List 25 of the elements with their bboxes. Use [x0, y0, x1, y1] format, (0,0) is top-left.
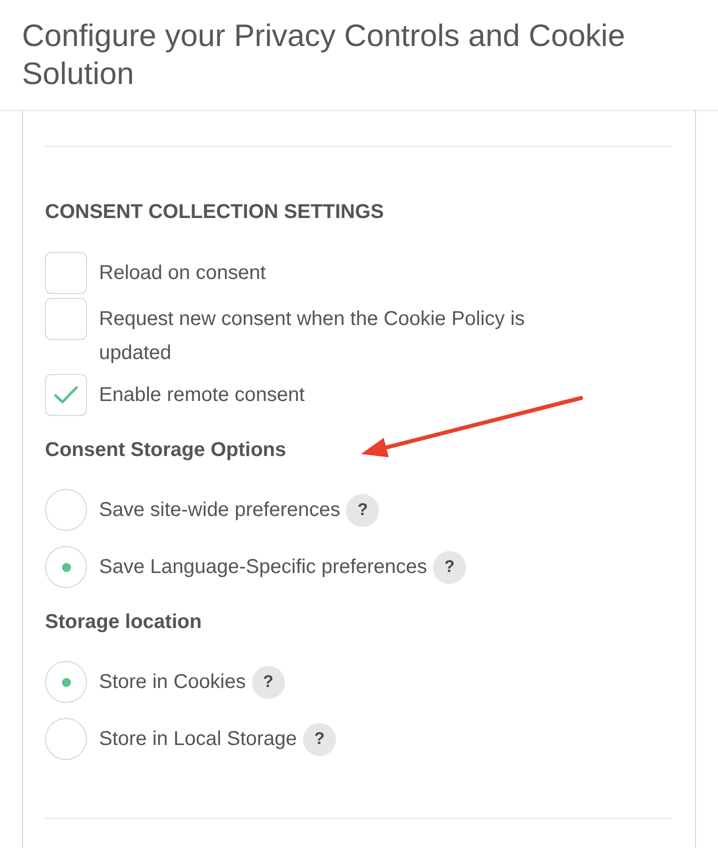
help-button[interactable]: ?: [252, 666, 285, 698]
option-label: Request new consent when the Cookie Policy is updated: [99, 307, 526, 366]
radio-dot-icon: [62, 562, 70, 572]
radio-button[interactable]: [45, 489, 87, 531]
option-label: Enable remote consent: [99, 383, 305, 408]
radio-dot-icon: [62, 678, 70, 686]
help-button[interactable]: ?: [433, 550, 466, 584]
option-label: Save Language-Specific preferences: [99, 555, 427, 580]
option-label: Reload on consent: [99, 261, 266, 286]
option-label: Save site-wide preferences: [99, 498, 340, 523]
option-label: Store in Local Storage: [99, 727, 297, 752]
help-button[interactable]: ?: [346, 494, 380, 526]
checkbox[interactable]: [45, 298, 87, 340]
radio-button[interactable]: [45, 661, 87, 703]
section-heading: Storage location: [45, 610, 202, 634]
checkbox[interactable]: [45, 374, 87, 416]
checkmark-icon: [54, 386, 78, 404]
section-heading: Consent Storage Options: [45, 438, 286, 462]
help-button[interactable]: ?: [302, 722, 336, 756]
checkbox[interactable]: [45, 252, 87, 294]
page-title: Configure your Privacy Controls and Cookie Solution: [22, 17, 626, 93]
radio-button[interactable]: [45, 546, 87, 588]
radio-button[interactable]: [45, 718, 87, 760]
section-heading: CONSENT COLLECTION SETTINGS: [45, 200, 384, 224]
option-label: Store in Cookies: [99, 670, 246, 695]
